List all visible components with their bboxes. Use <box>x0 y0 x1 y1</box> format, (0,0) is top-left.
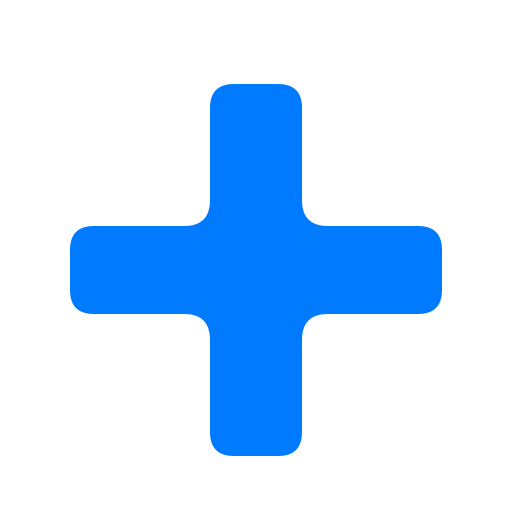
plus-shape <box>70 84 442 456</box>
plus-icon[interactable] <box>0 0 512 512</box>
icon-canvas <box>0 0 512 512</box>
